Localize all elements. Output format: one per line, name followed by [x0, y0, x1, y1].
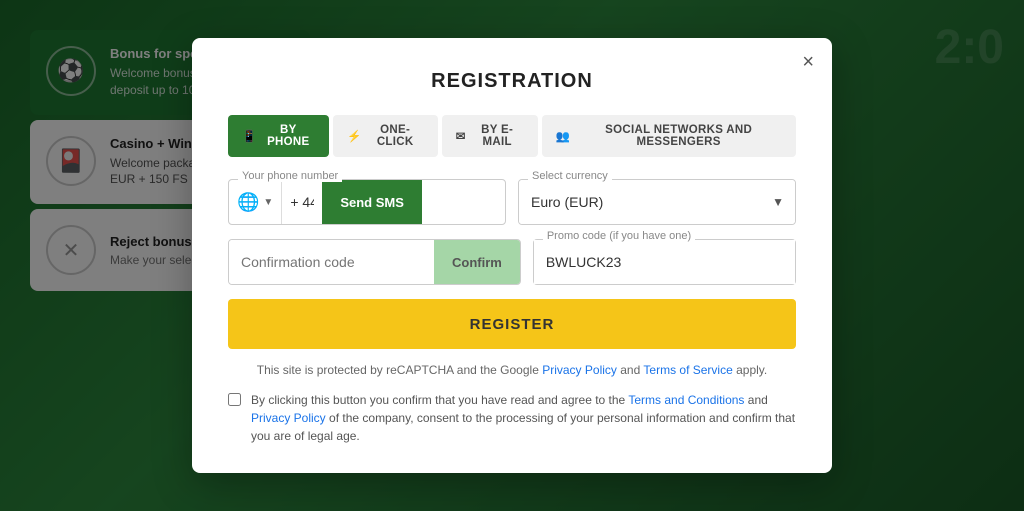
- phone-field-group: Your phone number 🌐 ▼ Send SMS: [228, 179, 506, 225]
- country-flag-selector[interactable]: 🌐 ▼: [229, 180, 282, 224]
- phone-prefix-input[interactable]: [282, 180, 322, 224]
- globe-icon: 🌐: [237, 192, 259, 213]
- phone-tab-label: BY PHONE: [262, 124, 315, 148]
- send-sms-button[interactable]: Send SMS: [322, 180, 422, 224]
- privacy-policy-checkbox-link[interactable]: Privacy Policy: [251, 411, 326, 425]
- phone-label: Your phone number: [238, 170, 342, 182]
- phone-tab-icon: 📱: [242, 129, 257, 143]
- social-tab-icon: 👥: [556, 129, 571, 143]
- phone-currency-row: Your phone number 🌐 ▼ Send SMS Select cu…: [228, 179, 796, 225]
- modal-title: REGISTRATION: [228, 70, 796, 93]
- confirm-button[interactable]: Confirm: [434, 240, 520, 284]
- tab-by-phone[interactable]: 📱 BY PHONE: [228, 115, 329, 157]
- privacy-policy-link[interactable]: Privacy Policy: [542, 363, 617, 377]
- promo-input-wrapper: [533, 239, 796, 285]
- currency-label: Select currency: [528, 170, 612, 182]
- promo-field-group: Promo code (if you have one): [533, 239, 796, 285]
- social-tab-label: SOCIAL NETWORKS AND MESSENGERS: [575, 124, 782, 148]
- terms-checkbox-row: By clicking this button you confirm that…: [228, 391, 796, 445]
- terms-conditions-link[interactable]: Terms and Conditions: [628, 393, 744, 407]
- recaptcha-notice: This site is protected by reCAPTCHA and …: [228, 363, 796, 377]
- email-tab-label: BY E-MAIL: [471, 124, 524, 148]
- currency-select-wrapper: Euro (EUR) USD (USD) GBP (GBP): [518, 179, 796, 225]
- confirm-promo-row: Confirm Promo code (if you have one): [228, 239, 796, 285]
- register-button[interactable]: REGISTER: [228, 299, 796, 349]
- terms-of-service-link[interactable]: Terms of Service: [643, 363, 732, 377]
- modal-backdrop: × REGISTRATION 📱 BY PHONE ⚡ ONE-CLICK ✉ …: [0, 0, 1024, 511]
- promo-label: Promo code (if you have one): [543, 230, 695, 242]
- promo-code-input[interactable]: [534, 240, 795, 284]
- confirmation-code-input[interactable]: [229, 240, 434, 284]
- currency-field-group: Select currency Euro (EUR) USD (USD) GBP…: [518, 179, 796, 225]
- oneclick-tab-icon: ⚡: [347, 129, 362, 143]
- registration-tabs: 📱 BY PHONE ⚡ ONE-CLICK ✉ BY E-MAIL 👥 SOC…: [228, 115, 796, 157]
- phone-input-wrapper: 🌐 ▼ Send SMS: [228, 179, 506, 225]
- terms-checkbox[interactable]: [228, 393, 241, 406]
- currency-select[interactable]: Euro (EUR) USD (USD) GBP (GBP): [519, 180, 795, 224]
- confirmation-input-wrapper: Confirm: [228, 239, 521, 285]
- close-button[interactable]: ×: [802, 52, 814, 72]
- confirmation-field-group: Confirm: [228, 239, 521, 285]
- email-tab-icon: ✉: [456, 129, 466, 143]
- tab-one-click[interactable]: ⚡ ONE-CLICK: [333, 115, 438, 157]
- registration-modal: × REGISTRATION 📱 BY PHONE ⚡ ONE-CLICK ✉ …: [192, 38, 832, 473]
- checkbox-text: By clicking this button you confirm that…: [251, 391, 796, 445]
- dropdown-chevron-icon: ▼: [263, 197, 273, 208]
- tab-by-email[interactable]: ✉ BY E-MAIL: [442, 115, 538, 157]
- tab-social[interactable]: 👥 SOCIAL NETWORKS AND MESSENGERS: [542, 115, 796, 157]
- oneclick-tab-label: ONE-CLICK: [367, 124, 424, 148]
